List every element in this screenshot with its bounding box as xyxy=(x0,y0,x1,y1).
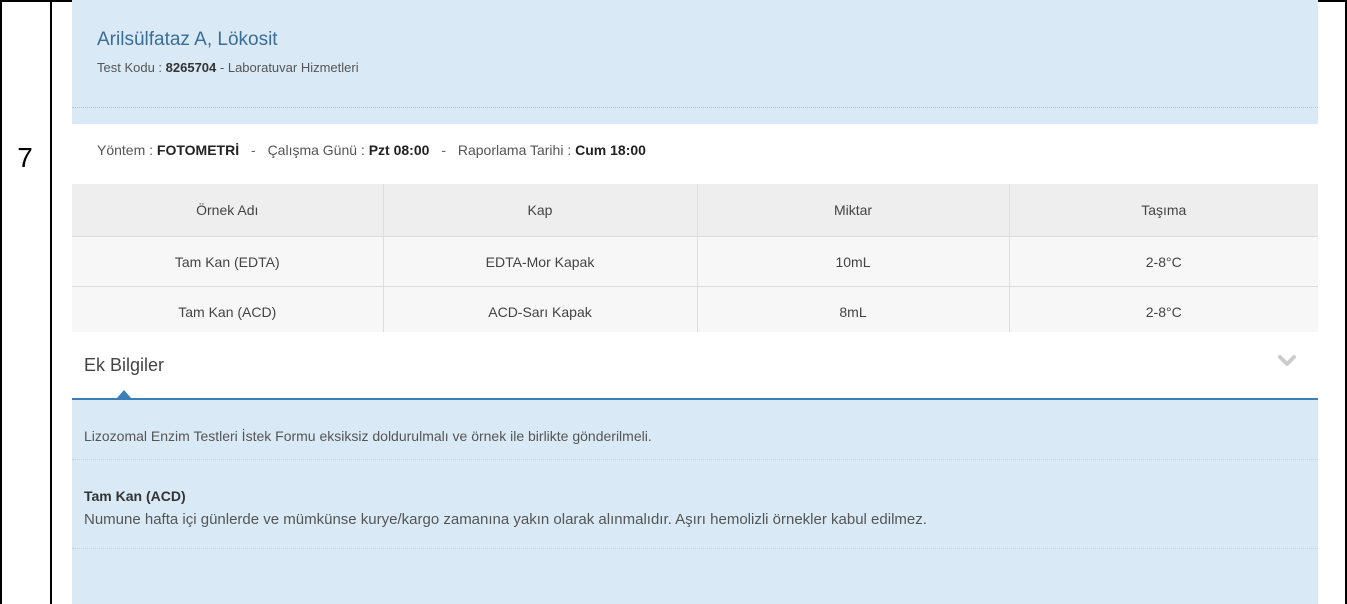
column-header-sample-name: Örnek Adı xyxy=(72,184,384,237)
chevron-down-icon[interactable] xyxy=(1278,354,1296,368)
table-row: Tam Kan (ACD) ACD-Sarı Kapak 8mL 2-8°C xyxy=(72,286,1318,337)
test-code-suffix: - Laboratuvar Hizmetleri xyxy=(216,60,359,75)
row-number: 7 xyxy=(17,142,33,173)
test-code-value: 8265704 xyxy=(165,60,217,75)
container-cell: EDTA-Mor Kapak xyxy=(383,236,698,287)
column-header-transport: Taşıma xyxy=(1009,184,1318,237)
workday-value: Pzt 08:00 xyxy=(368,142,430,158)
test-code-label: Test Kodu : xyxy=(97,60,166,75)
method-value: FOTOMETRİ xyxy=(156,142,240,158)
extra-info-title: Ek Bilgiler xyxy=(84,355,165,375)
separator: - xyxy=(251,142,256,158)
row-number-cell: 7 xyxy=(0,0,52,604)
samples-table: Örnek Adı Kap Miktar Taşıma Tam Kan (EDT… xyxy=(72,184,1318,337)
test-card: Arilsülfataz A, Lökosit Test Kodu : 8265… xyxy=(72,0,1318,604)
extra-info-panel: Lizozomal Enzim Testleri İstek Formu eks… xyxy=(72,402,1318,549)
transport-cell: 2-8°C xyxy=(1009,286,1318,337)
sample-note: Tam Kan (ACD) Numune hafta içi günlerde … xyxy=(72,460,1318,549)
separator: - xyxy=(441,142,446,158)
table-row: Tam Kan (EDTA) EDTA-Mor Kapak 10mL 2-8°C xyxy=(72,236,1318,287)
table-header-row: Örnek Adı Kap Miktar Taşıma xyxy=(72,184,1318,237)
report-date-label: Raporlama Tarihi : xyxy=(457,142,576,158)
container-cell: ACD-Sarı Kapak xyxy=(383,286,698,337)
method-line: Yöntem : FOTOMETRİ - Çalışma Günü : Pzt … xyxy=(72,124,1318,184)
workday-label: Çalışma Günü : xyxy=(267,142,369,158)
method-label: Yöntem : xyxy=(97,142,157,158)
report-date-value: Cum 18:00 xyxy=(575,142,646,158)
transport-cell: 2-8°C xyxy=(1009,236,1318,287)
test-header: Arilsülfataz A, Lökosit Test Kodu : 8265… xyxy=(72,0,1318,108)
amount-cell: 10mL xyxy=(697,236,1010,287)
test-title[interactable]: Arilsülfataz A, Lökosit xyxy=(97,28,1318,52)
sample-name-cell: Tam Kan (EDTA) xyxy=(72,236,384,287)
column-header-amount: Miktar xyxy=(697,184,1010,237)
extra-info-toggle[interactable]: Ek Bilgiler xyxy=(72,332,1318,400)
test-code-line: Test Kodu : 8265704 - Laboratuvar Hizmet… xyxy=(97,60,1318,75)
general-note: Lizozomal Enzim Testleri İstek Formu eks… xyxy=(72,402,1318,460)
sample-note-title: Tam Kan (ACD) xyxy=(84,488,186,504)
sample-note-text: Numune hafta içi günlerde ve mümkünse ku… xyxy=(84,511,927,528)
column-header-container: Kap xyxy=(383,184,698,237)
amount-cell: 8mL xyxy=(697,286,1010,337)
active-tab-marker xyxy=(117,390,131,398)
sample-name-cell: Tam Kan (ACD) xyxy=(72,286,384,337)
